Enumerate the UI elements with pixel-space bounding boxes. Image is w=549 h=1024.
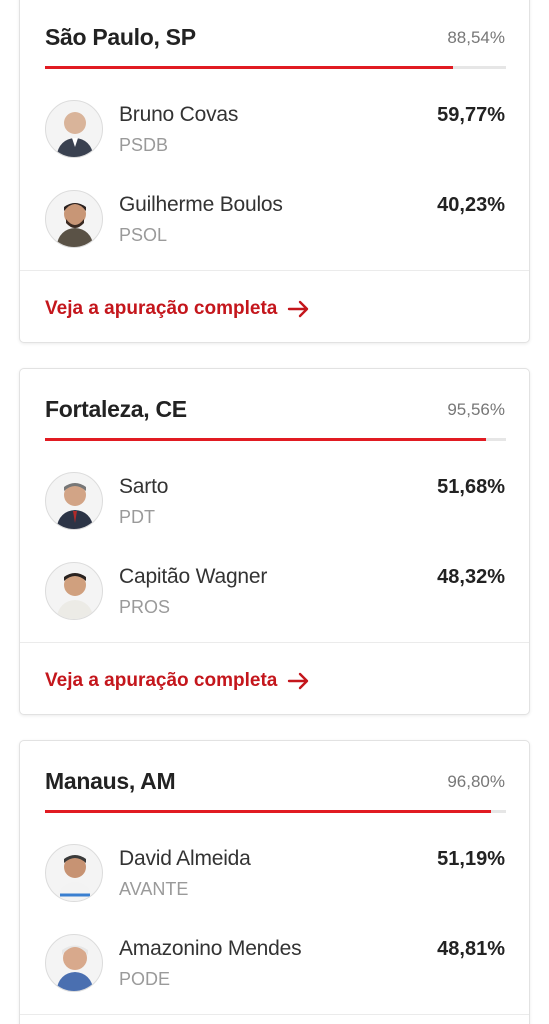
count-progress-fill — [45, 66, 454, 69]
divider — [20, 270, 529, 271]
full-results-link[interactable]: Veja a apuração completa — [45, 670, 311, 692]
count-progress-bar — [45, 810, 506, 813]
candidate-party: PODE — [119, 969, 171, 989]
candidate-photo-icon — [45, 844, 103, 902]
city-name: Fortaleza, CE — [45, 396, 187, 422]
city-name: São Paulo, SP — [45, 24, 196, 50]
candidate-name: David Almeida — [119, 847, 251, 870]
candidate-percentage: 48,81% — [437, 938, 505, 960]
candidate-row: David Almeida AVANTE 51,19% — [20, 844, 529, 914]
city-card: Manaus, AM 96,80% David Almeida AVANTE 5… — [19, 740, 530, 1024]
candidate-row: Sarto PDT 51,68% — [20, 472, 529, 542]
candidate-name: Bruno Covas — [119, 103, 239, 126]
city-card: São Paulo, SP 88,54% Bruno Covas PSDB 59… — [19, 0, 530, 343]
candidate-photo-icon — [45, 190, 103, 248]
candidate-percentage: 59,77% — [437, 104, 505, 126]
candidate-percentage: 51,19% — [437, 848, 505, 870]
count-progress-fill — [45, 810, 492, 813]
arrow-right-icon — [288, 672, 309, 690]
counted-percentage: 96,80% — [447, 772, 505, 791]
candidate-name: Capitão Wagner — [119, 565, 268, 588]
candidate-photo-icon — [45, 934, 103, 992]
city-name: Manaus, AM — [45, 768, 176, 794]
candidate-photo-icon — [45, 472, 103, 530]
candidate-name: Guilherme Boulos — [119, 193, 283, 216]
candidate-photo-icon — [45, 562, 103, 620]
candidate-party: PSOL — [119, 225, 168, 245]
candidate-name: Amazonino Mendes — [119, 937, 302, 960]
candidate-party: PDT — [119, 507, 155, 527]
count-progress-fill — [45, 438, 486, 441]
counted-percentage: 95,56% — [447, 400, 505, 419]
count-progress-bar — [45, 438, 506, 441]
full-results-link-label: Veja a apuração completa — [45, 298, 278, 319]
divider — [20, 642, 529, 643]
candidate-name: Sarto — [119, 475, 169, 498]
candidate-percentage: 51,68% — [437, 476, 505, 498]
candidate-row: Capitão Wagner PROS 48,32% — [20, 562, 529, 632]
candidate-party: PSDB — [119, 135, 169, 155]
divider — [20, 1014, 529, 1015]
candidate-row: Amazonino Mendes PODE 48,81% — [20, 934, 529, 1004]
candidate-photo-icon — [45, 100, 103, 158]
full-results-link[interactable]: Veja a apuração completa — [45, 298, 311, 320]
candidate-party: AVANTE — [119, 879, 189, 899]
count-progress-bar — [45, 66, 506, 69]
candidate-row: Guilherme Boulos PSOL 40,23% — [20, 190, 529, 260]
city-card: Fortaleza, CE 95,56% Sarto PDT 51,68% Ca… — [19, 368, 530, 715]
counted-percentage: 88,54% — [447, 28, 505, 47]
candidate-percentage: 48,32% — [437, 566, 505, 588]
candidate-row: Bruno Covas PSDB 59,77% — [20, 100, 529, 170]
candidate-percentage: 40,23% — [437, 194, 505, 216]
candidate-party: PROS — [119, 597, 171, 617]
arrow-right-icon — [288, 300, 309, 318]
full-results-link-label: Veja a apuração completa — [45, 670, 278, 691]
